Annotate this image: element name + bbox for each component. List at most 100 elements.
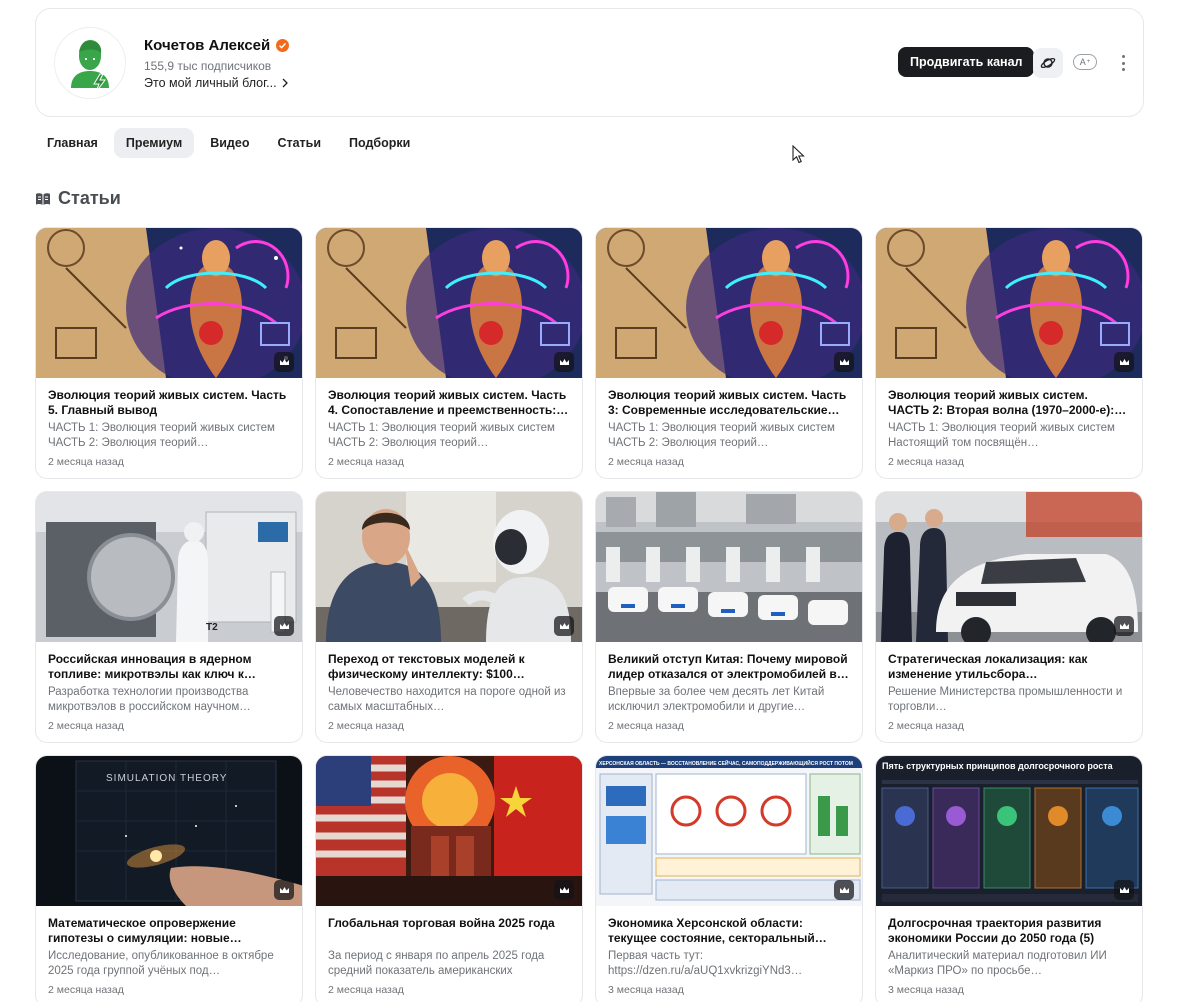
- lab-furnace-image: T2: [36, 492, 302, 642]
- premium-crown-icon: [1114, 880, 1134, 900]
- dot-icon: [1121, 61, 1125, 65]
- more-options-button[interactable]: [1116, 53, 1130, 73]
- premium-crown-icon: [554, 616, 574, 636]
- dot-icon: [1121, 55, 1125, 58]
- simulation-galaxy-image: SIMULATION THEORY: [36, 756, 302, 906]
- article-thumbnail: [596, 228, 862, 378]
- article-time: 2 месяца назад: [608, 456, 684, 468]
- article-card[interactable]: T2 Российская инновация в ядерном топлив…: [35, 491, 303, 743]
- five-principles-infographic-image: Пять структурных принципов долгосрочного…: [876, 756, 1142, 906]
- planet-icon: [1040, 57, 1056, 69]
- premium-crown-icon: [274, 616, 294, 636]
- svg-text:T2: T2: [206, 622, 218, 633]
- article-time: 3 месяца назад: [608, 984, 684, 996]
- premium-crown-icon: [554, 352, 574, 372]
- channel-tabs: Главная Премиум Видео Статьи Подборки: [35, 128, 426, 158]
- anatomy-neon-image: [316, 228, 582, 378]
- tab-main[interactable]: Главная: [35, 128, 110, 158]
- channel-description[interactable]: Это мой личный блог...: [144, 76, 289, 90]
- channel-header: Кочетов Алексей 155,9 тыс подписчиков Эт…: [35, 8, 1144, 117]
- article-time: 2 месяца назад: [328, 984, 404, 996]
- article-title: Долгосрочная траектория развития экономи…: [888, 916, 1102, 945]
- article-title: Эволюция теорий живых систем. Часть 5. Г…: [48, 388, 287, 417]
- book-icon: [36, 192, 50, 205]
- article-time: 2 месяца назад: [888, 456, 964, 468]
- article-title: Переход от текстовых моделей к физическо…: [328, 652, 525, 681]
- article-thumbnail: [876, 228, 1142, 378]
- article-snippet: Решение Министерства промышленности и то…: [888, 686, 1123, 713]
- tab-articles[interactable]: Статьи: [265, 128, 333, 158]
- article-card[interactable]: Переход от текстовых моделей к физическо…: [315, 491, 583, 743]
- article-time: 2 месяца назад: [48, 984, 124, 996]
- car-factory-image: [876, 492, 1142, 642]
- article-card[interactable]: Пять структурных принципов долгосрочного…: [875, 755, 1143, 1002]
- tab-collections[interactable]: Подборки: [337, 128, 422, 158]
- channel-description-text: Это мой личный блог...: [144, 76, 277, 90]
- article-card[interactable]: ХЕРСОНСКАЯ ОБЛАСТЬ — ВОССТАНОВЛЕНИЕ СЕЙЧ…: [595, 755, 863, 1002]
- article-title: Экономика Херсонской области: текущее со…: [608, 916, 827, 945]
- channel-avatar[interactable]: [54, 27, 126, 99]
- article-card[interactable]: Эволюция теорий живых систем. Часть 5. Г…: [35, 227, 303, 479]
- anatomy-neon-image: [36, 228, 302, 378]
- article-thumbnail: [316, 756, 582, 906]
- avatar-person-icon: [71, 40, 109, 93]
- font-size-button[interactable]: A +: [1073, 54, 1097, 70]
- article-title: Глобальная торговая война 2025 года: [328, 916, 555, 930]
- trade-war-flags-image: [316, 756, 582, 906]
- anatomy-neon-image: [596, 228, 862, 378]
- premium-crown-icon: [554, 880, 574, 900]
- article-card[interactable]: Эволюция теорий живых систем. Часть 3: С…: [595, 227, 863, 479]
- article-thumbnail: ХЕРСОНСКАЯ ОБЛАСТЬ — ВОССТАНОВЛЕНИЕ СЕЙЧ…: [596, 756, 862, 906]
- subscriber-count: 155,9 тыс подписчиков: [144, 59, 272, 73]
- article-snippet: За период с января по апрель 2025 года с…: [328, 950, 545, 977]
- article-snippet: Исследование, опубликованное в октябре 2…: [48, 950, 274, 977]
- premium-crown-icon: [274, 352, 294, 372]
- article-snippet: ЧАСТЬ 1: Эволюция теорий живых систем ЧА…: [48, 422, 275, 449]
- ev-charging-lot-image: [596, 492, 862, 642]
- mouse-cursor-icon: [792, 145, 805, 164]
- article-time: 2 месяца назад: [328, 720, 404, 732]
- article-title: Эволюция теорий живых систем. Часть 3: С…: [608, 388, 847, 417]
- article-thumbnail: SIMULATION THEORY: [36, 756, 302, 906]
- article-thumbnail: Пять структурных принципов долгосрочного…: [876, 756, 1142, 906]
- article-card[interactable]: Эволюция теорий живых систем. Часть 4. С…: [315, 227, 583, 479]
- kherson-infographic-image: ХЕРСОНСКАЯ ОБЛАСТЬ — ВОССТАНОВЛЕНИЕ СЕЙЧ…: [596, 756, 862, 906]
- premium-crown-icon: [834, 352, 854, 372]
- article-thumbnail: [316, 228, 582, 378]
- article-snippet: Первая часть тут: https://dzen.ru/a/aUQ1…: [608, 950, 803, 977]
- tab-premium[interactable]: Премиум: [113, 128, 195, 158]
- article-card[interactable]: Великий отступ Китая: Почему мировой лид…: [595, 491, 863, 743]
- article-title: Эволюция теорий живых систем. Часть 4. С…: [328, 388, 569, 417]
- article-title: Математическое опровержение гипотезы о с…: [48, 916, 242, 945]
- section-header: Статьи: [35, 188, 121, 209]
- article-time: 2 месяца назад: [48, 720, 124, 732]
- article-thumbnail: [36, 228, 302, 378]
- planet-button[interactable]: [1033, 48, 1063, 78]
- article-snippet: ЧАСТЬ 1: Эволюция теорий живых систем На…: [888, 422, 1115, 449]
- article-thumbnail: [596, 492, 862, 642]
- article-title: Эволюция теорий живых систем. ЧАСТЬ 2: В…: [888, 388, 1127, 417]
- article-snippet: ЧАСТЬ 1: Эволюция теорий живых систем ЧА…: [328, 422, 555, 449]
- article-card[interactable]: Глобальная торговая война 2025 года За п…: [315, 755, 583, 1002]
- article-snippet: Впервые за более чем десять лет Китай ис…: [608, 686, 825, 713]
- article-thumbnail: [876, 492, 1142, 642]
- article-snippet: Разработка технологии производства микро…: [48, 686, 251, 713]
- article-time: 2 месяца назад: [328, 456, 404, 468]
- article-time: 2 месяца назад: [608, 720, 684, 732]
- channel-name[interactable]: Кочетов Алексей: [144, 37, 290, 54]
- article-thumbnail: [316, 492, 582, 642]
- image-caption: SIMULATION THEORY: [106, 773, 227, 784]
- man-and-robot-image: [316, 492, 582, 642]
- article-title: Российская инновация в ядерном топливе: …: [48, 652, 256, 681]
- article-card[interactable]: SIMULATION THEORY Математическое опровер…: [35, 755, 303, 1002]
- promote-channel-button[interactable]: Продвигать канал: [898, 47, 1035, 77]
- article-card[interactable]: Эволюция теорий живых систем. ЧАСТЬ 2: В…: [875, 227, 1143, 479]
- article-time: 2 месяца назад: [888, 720, 964, 732]
- article-title: Стратегическая локализация: как изменени…: [888, 652, 1088, 681]
- article-snippet: Человечество находится на пороге одной и…: [328, 686, 566, 713]
- premium-crown-icon: [1114, 352, 1134, 372]
- article-time: 3 месяца назад: [888, 984, 964, 996]
- tab-video[interactable]: Видео: [198, 128, 261, 158]
- premium-crown-icon: [1114, 616, 1134, 636]
- article-card[interactable]: Стратегическая локализация: как изменени…: [875, 491, 1143, 743]
